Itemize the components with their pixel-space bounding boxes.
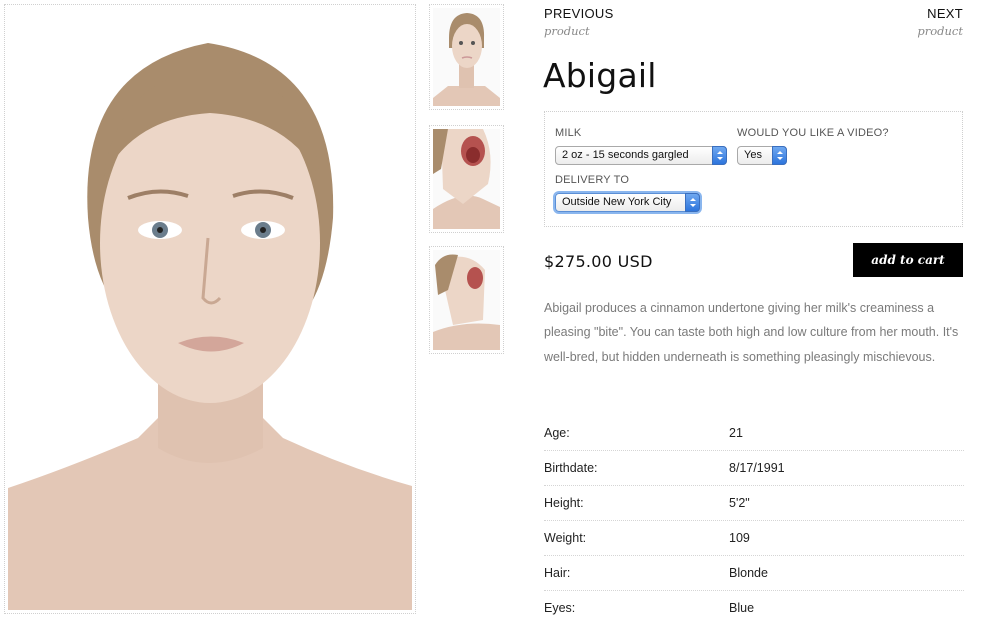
product-title: Abigail: [543, 56, 657, 95]
milk-select-value: 2 oz - 15 seconds gargled: [562, 149, 689, 161]
spec-value: 5'2": [729, 496, 750, 510]
thumbnail-portrait-front: [433, 8, 500, 106]
delivery-select[interactable]: Outside New York City: [555, 193, 700, 212]
spec-key: Hair:: [544, 566, 571, 580]
spec-value: 8/17/1991: [729, 461, 785, 475]
spec-key: Height:: [544, 496, 584, 510]
spec-value: Blonde: [729, 566, 768, 580]
previous-sub-label: product: [544, 24, 590, 38]
select-arrows-icon: [712, 146, 727, 165]
spec-row: Eyes: Blue: [544, 591, 964, 618]
product-main-image: [4, 4, 416, 614]
delivery-label: DELIVERY TO: [555, 174, 630, 186]
product-price: $275.00 USD: [544, 252, 653, 271]
add-to-cart-button[interactable]: add to cart: [853, 243, 963, 277]
spec-key: Eyes:: [544, 601, 576, 615]
spec-value: 21: [729, 426, 743, 440]
spec-key: Weight:: [544, 531, 587, 545]
product-description: Abigail produces a cinnamon undertone gi…: [544, 301, 959, 364]
thumbnail-1[interactable]: [429, 4, 504, 110]
spec-row: Age: 21: [544, 416, 964, 451]
milk-select[interactable]: 2 oz - 15 seconds gargled: [555, 146, 727, 165]
select-arrows-icon: [772, 146, 787, 165]
thumbnail-3[interactable]: [429, 246, 504, 354]
select-arrows-icon: [685, 193, 700, 212]
spec-key: Age:: [544, 426, 570, 440]
previous-label: PREVIOUS: [544, 6, 614, 21]
delivery-select-value: Outside New York City: [562, 196, 672, 208]
spec-row: Birthdate: 8/17/1991: [544, 451, 964, 486]
next-label: NEXT: [927, 6, 963, 21]
spec-value: Blue: [729, 601, 755, 615]
spec-row: Weight: 109: [544, 521, 964, 556]
previous-product-link[interactable]: PREVIOUS product: [544, 6, 614, 38]
video-select-value: Yes: [744, 149, 762, 161]
specs-table: Age: 21 Birthdate: 8/17/1991 Height: 5'2…: [544, 416, 964, 618]
spec-key: Birthdate:: [544, 461, 598, 475]
portrait-illustration: [8, 8, 412, 610]
spec-row: Height: 5'2": [544, 486, 964, 521]
next-product-link[interactable]: NEXT product: [917, 6, 963, 38]
thumbnail-2[interactable]: [429, 125, 504, 233]
video-select[interactable]: Yes: [737, 146, 787, 165]
next-sub-label: product: [917, 24, 963, 38]
thumbnail-head-tilted: [433, 250, 500, 350]
product-options: MILK 2 oz - 15 seconds gargled WOULD YOU…: [544, 111, 963, 227]
spec-value: 109: [729, 531, 750, 545]
milk-label: MILK: [555, 127, 582, 139]
video-label: WOULD YOU LIKE A VIDEO?: [737, 127, 889, 139]
thumbnail-mouth-open: [433, 129, 500, 229]
spec-row: Hair: Blonde: [544, 556, 964, 591]
